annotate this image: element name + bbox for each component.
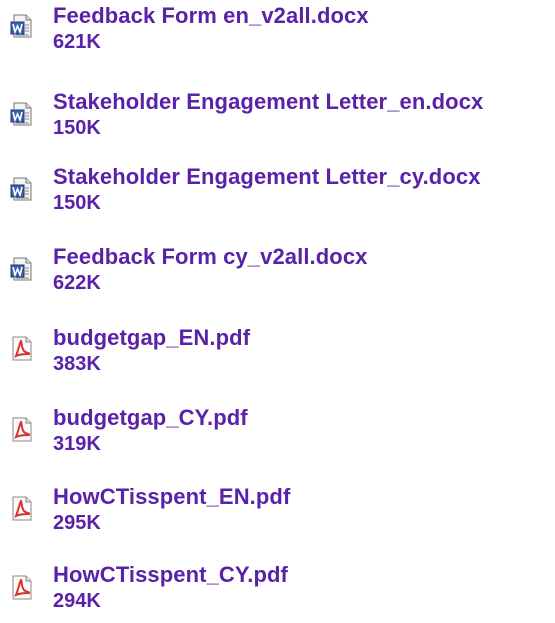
attachment-size: 150K xyxy=(53,117,101,139)
attachment-item[interactable]: Feedback Form en_v2all.docx 621K xyxy=(0,4,555,64)
attachment-size: 319K xyxy=(53,433,101,455)
pdf-document-icon[interactable] xyxy=(10,496,34,522)
attachment-item[interactable]: Stakeholder Engagement Letter_cy.docx 15… xyxy=(0,165,555,225)
attachment-name[interactable]: Feedback Form en_v2all.docx xyxy=(53,4,369,28)
attachment-size: 295K xyxy=(53,512,101,534)
attachment-size: 150K xyxy=(53,192,101,214)
attachment-item[interactable]: budgetgap_CY.pdf 319K xyxy=(0,406,555,466)
word-document-icon[interactable] xyxy=(10,102,34,128)
pdf-document-icon[interactable] xyxy=(10,417,34,443)
attachment-name[interactable]: Feedback Form cy_v2all.docx xyxy=(53,245,368,269)
attachment-item[interactable]: Feedback Form cy_v2all.docx 622K xyxy=(0,245,555,305)
attachment-item[interactable]: budgetgap_EN.pdf 383K xyxy=(0,326,555,386)
attachment-size: 622K xyxy=(53,272,101,294)
attachment-name[interactable]: budgetgap_EN.pdf xyxy=(53,326,250,350)
attachment-name[interactable]: HowCTisspent_CY.pdf xyxy=(53,563,288,587)
attachment-name[interactable]: budgetgap_CY.pdf xyxy=(53,406,248,430)
pdf-document-icon[interactable] xyxy=(10,336,34,362)
word-document-icon[interactable] xyxy=(10,14,34,40)
pdf-document-icon[interactable] xyxy=(10,575,34,601)
attachment-name[interactable]: Stakeholder Engagement Letter_en.docx xyxy=(53,90,483,114)
word-document-icon[interactable] xyxy=(10,177,34,203)
attachment-size: 383K xyxy=(53,353,101,375)
attachment-item[interactable]: HowCTisspent_EN.pdf 295K xyxy=(0,485,555,545)
attachment-item[interactable]: Stakeholder Engagement Letter_en.docx 15… xyxy=(0,90,555,150)
attachment-item[interactable]: HowCTisspent_CY.pdf 294K xyxy=(0,563,555,623)
attachment-list: Feedback Form en_v2all.docx 621K Stakeho… xyxy=(0,0,555,612)
attachment-name[interactable]: HowCTisspent_EN.pdf xyxy=(53,485,290,509)
attachment-size: 621K xyxy=(53,31,101,53)
attachment-name[interactable]: Stakeholder Engagement Letter_cy.docx xyxy=(53,165,481,189)
attachment-size: 294K xyxy=(53,590,101,612)
word-document-icon[interactable] xyxy=(10,257,34,283)
